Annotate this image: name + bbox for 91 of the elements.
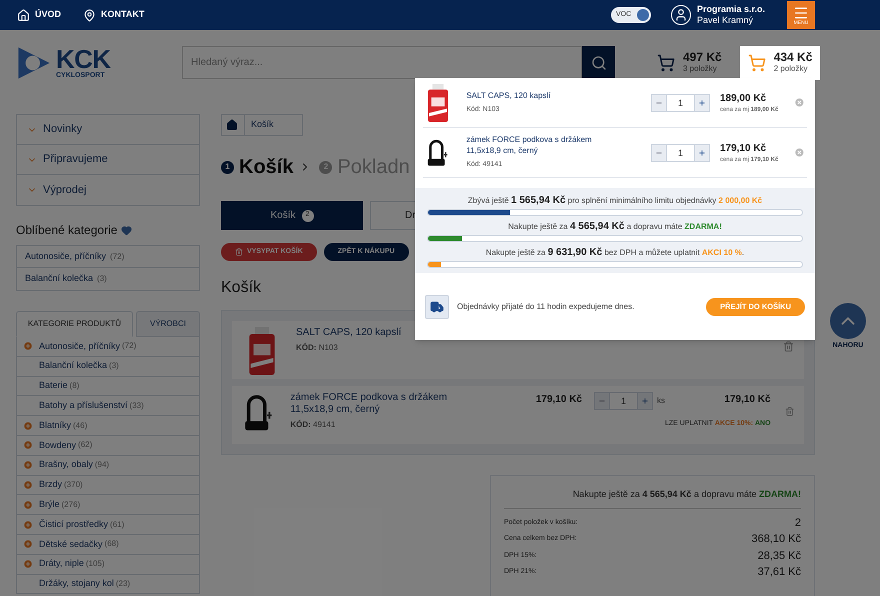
sidebar-menu-item[interactable]: Připravujeme bbox=[17, 145, 199, 175]
sidebar-tab[interactable]: VÝROBCI bbox=[136, 311, 200, 337]
expand-icon bbox=[23, 520, 33, 530]
nav-link[interactable]: ÚVOD bbox=[17, 8, 62, 22]
checkout-step[interactable]: 1 Košík bbox=[221, 152, 294, 182]
expand-icon bbox=[23, 341, 33, 352]
expand-icon bbox=[23, 440, 33, 450]
search-field[interactable]: Hledaný výraz... bbox=[182, 46, 582, 79]
quantity-field[interactable]: 1 bbox=[666, 94, 694, 112]
plus-button[interactable] bbox=[694, 94, 710, 112]
expand-icon bbox=[23, 460, 33, 470]
category-item[interactable]: Bowdeny (62) bbox=[17, 436, 199, 456]
item-price: 189,00 Kč bbox=[720, 92, 768, 106]
sidebar-menu-item[interactable]: Novinky bbox=[17, 115, 199, 145]
search-button[interactable] bbox=[582, 46, 615, 79]
expand-icon bbox=[23, 559, 33, 570]
summary-value: 37,61 Kč bbox=[758, 565, 801, 580]
summary-value: 2 bbox=[794, 516, 801, 530]
category-item[interactable]: Baterie (8) bbox=[17, 376, 199, 396]
truck-icon bbox=[430, 300, 444, 314]
quantity-field[interactable]: 1 bbox=[610, 392, 637, 410]
product-link[interactable]: zámek FORCE podkova s držákem 11,5x18,9 cm, černý bbox=[290, 392, 462, 416]
remove-icon[interactable] bbox=[794, 147, 805, 158]
nav-link[interactable]: KONTAKT bbox=[83, 8, 144, 22]
minus-button[interactable] bbox=[594, 392, 610, 410]
plus-button[interactable] bbox=[694, 144, 710, 162]
category-item[interactable]: Čisticí prostředky (61) bbox=[17, 515, 199, 535]
favourites-title: Oblíbené kategorie bbox=[16, 222, 118, 239]
summary-value: 368,10 Kč bbox=[751, 532, 801, 547]
product-code: KÓD: N103 bbox=[296, 342, 339, 354]
breadcrumb-link[interactable]: Košík bbox=[251, 118, 274, 132]
favourite-category[interactable]: Balanční kolečka (3) bbox=[17, 268, 199, 290]
category-item[interactable]: Dráty, niple (105) bbox=[17, 554, 199, 575]
bottle-drawing bbox=[426, 84, 450, 122]
user-name: Pavel Kramný bbox=[696, 15, 754, 26]
home-icon[interactable] bbox=[226, 119, 238, 131]
plus-icon bbox=[698, 98, 706, 106]
unit-label: ks bbox=[656, 395, 665, 407]
plus-icon bbox=[698, 148, 706, 156]
summary-value: 28,35 Kč bbox=[758, 548, 801, 564]
progress-text: Zbývá ještě 1 565,94 Kč pro splnění minimálního limitu objednávky 2 000,00 Kč bbox=[468, 194, 762, 208]
category-item[interactable]: Brýle (276) bbox=[17, 495, 199, 516]
section-title: Košík bbox=[221, 278, 262, 298]
heart-icon bbox=[121, 224, 132, 236]
product-code: KÓD: 49141 bbox=[290, 419, 336, 431]
unit-price: 179,10 Kč bbox=[534, 393, 582, 407]
expand-icon bbox=[23, 420, 33, 431]
category-item[interactable]: Dětské sedačky (68) bbox=[17, 534, 199, 555]
delete-icon[interactable] bbox=[784, 406, 794, 417]
cart-icon bbox=[748, 54, 766, 72]
category-item[interactable]: Blatníky (46) bbox=[17, 416, 199, 436]
favourite-category[interactable]: Autonosiče, příčníky (72) bbox=[17, 246, 199, 268]
user-icon bbox=[670, 5, 691, 25]
trash-icon bbox=[235, 248, 243, 256]
expand-icon bbox=[23, 480, 33, 490]
item-price: 179,10 Kč bbox=[720, 142, 768, 156]
category-item[interactable]: Autonosiče, příčníky (72) bbox=[17, 337, 199, 357]
shipping-note: Objednávky přijaté do 11 hodin expedujeme dnes. bbox=[457, 300, 634, 312]
plus-button[interactable] bbox=[636, 392, 653, 410]
delete-icon[interactable] bbox=[783, 341, 794, 352]
expand-icon bbox=[23, 539, 33, 550]
company-name: Programia s.r.o. bbox=[696, 4, 765, 15]
pin-icon bbox=[83, 8, 96, 22]
cart-button[interactable]: 434 Kč 2 položky bbox=[740, 46, 820, 80]
free-shipping-note: Nakupte ještě za 4 565,94 Kč a dopravu máte ZDARMA! bbox=[504, 488, 801, 508]
logo-icon bbox=[16, 44, 52, 80]
progress-text: Nakupte ještě za 4 565,94 Kč a dopravu máte ZDARMA! bbox=[508, 220, 722, 234]
remove-icon[interactable] bbox=[794, 97, 805, 108]
expand-icon bbox=[23, 500, 33, 510]
lock-drawing bbox=[426, 138, 449, 168]
category-item[interactable]: Brzdy (370) bbox=[17, 476, 199, 496]
search-icon bbox=[590, 54, 606, 70]
menu-icon bbox=[793, 4, 809, 20]
category-item[interactable]: Brašny, obaly (94) bbox=[17, 456, 199, 476]
product-link[interactable]: SALT CAPS, 120 kapslí bbox=[466, 90, 613, 101]
cart-button[interactable]: 497 Kč 3 položky bbox=[649, 46, 730, 80]
category-item[interactable]: Balanční kolečka (3) bbox=[17, 356, 199, 377]
product-link[interactable]: zámek FORCE podkova s držákem 11,5x18,9 cm, černý bbox=[466, 134, 613, 156]
plus-icon bbox=[640, 397, 649, 405]
bottle-drawing bbox=[247, 327, 277, 375]
home-icon bbox=[17, 8, 30, 22]
minus-button[interactable] bbox=[650, 144, 667, 162]
quantity-field[interactable]: 1 bbox=[666, 144, 694, 162]
row-total: 179,10 Kč bbox=[724, 393, 771, 407]
category-item[interactable]: Batohy a příslušenství (33) bbox=[17, 396, 199, 416]
category-item[interactable]: Držáky, stojany kol (23) bbox=[17, 574, 199, 594]
sidebar-menu-item[interactable]: Výprodej bbox=[17, 175, 199, 205]
cart-icon bbox=[657, 54, 675, 72]
progress-text: Nakupte ještě za 9 631,90 Kč bez DPH a můžete uplatnit AKCI 10 %. bbox=[486, 246, 744, 260]
minus-button[interactable] bbox=[650, 94, 667, 112]
sidebar-tab[interactable]: KATEGORIE PRODUKTŮ bbox=[16, 311, 133, 337]
